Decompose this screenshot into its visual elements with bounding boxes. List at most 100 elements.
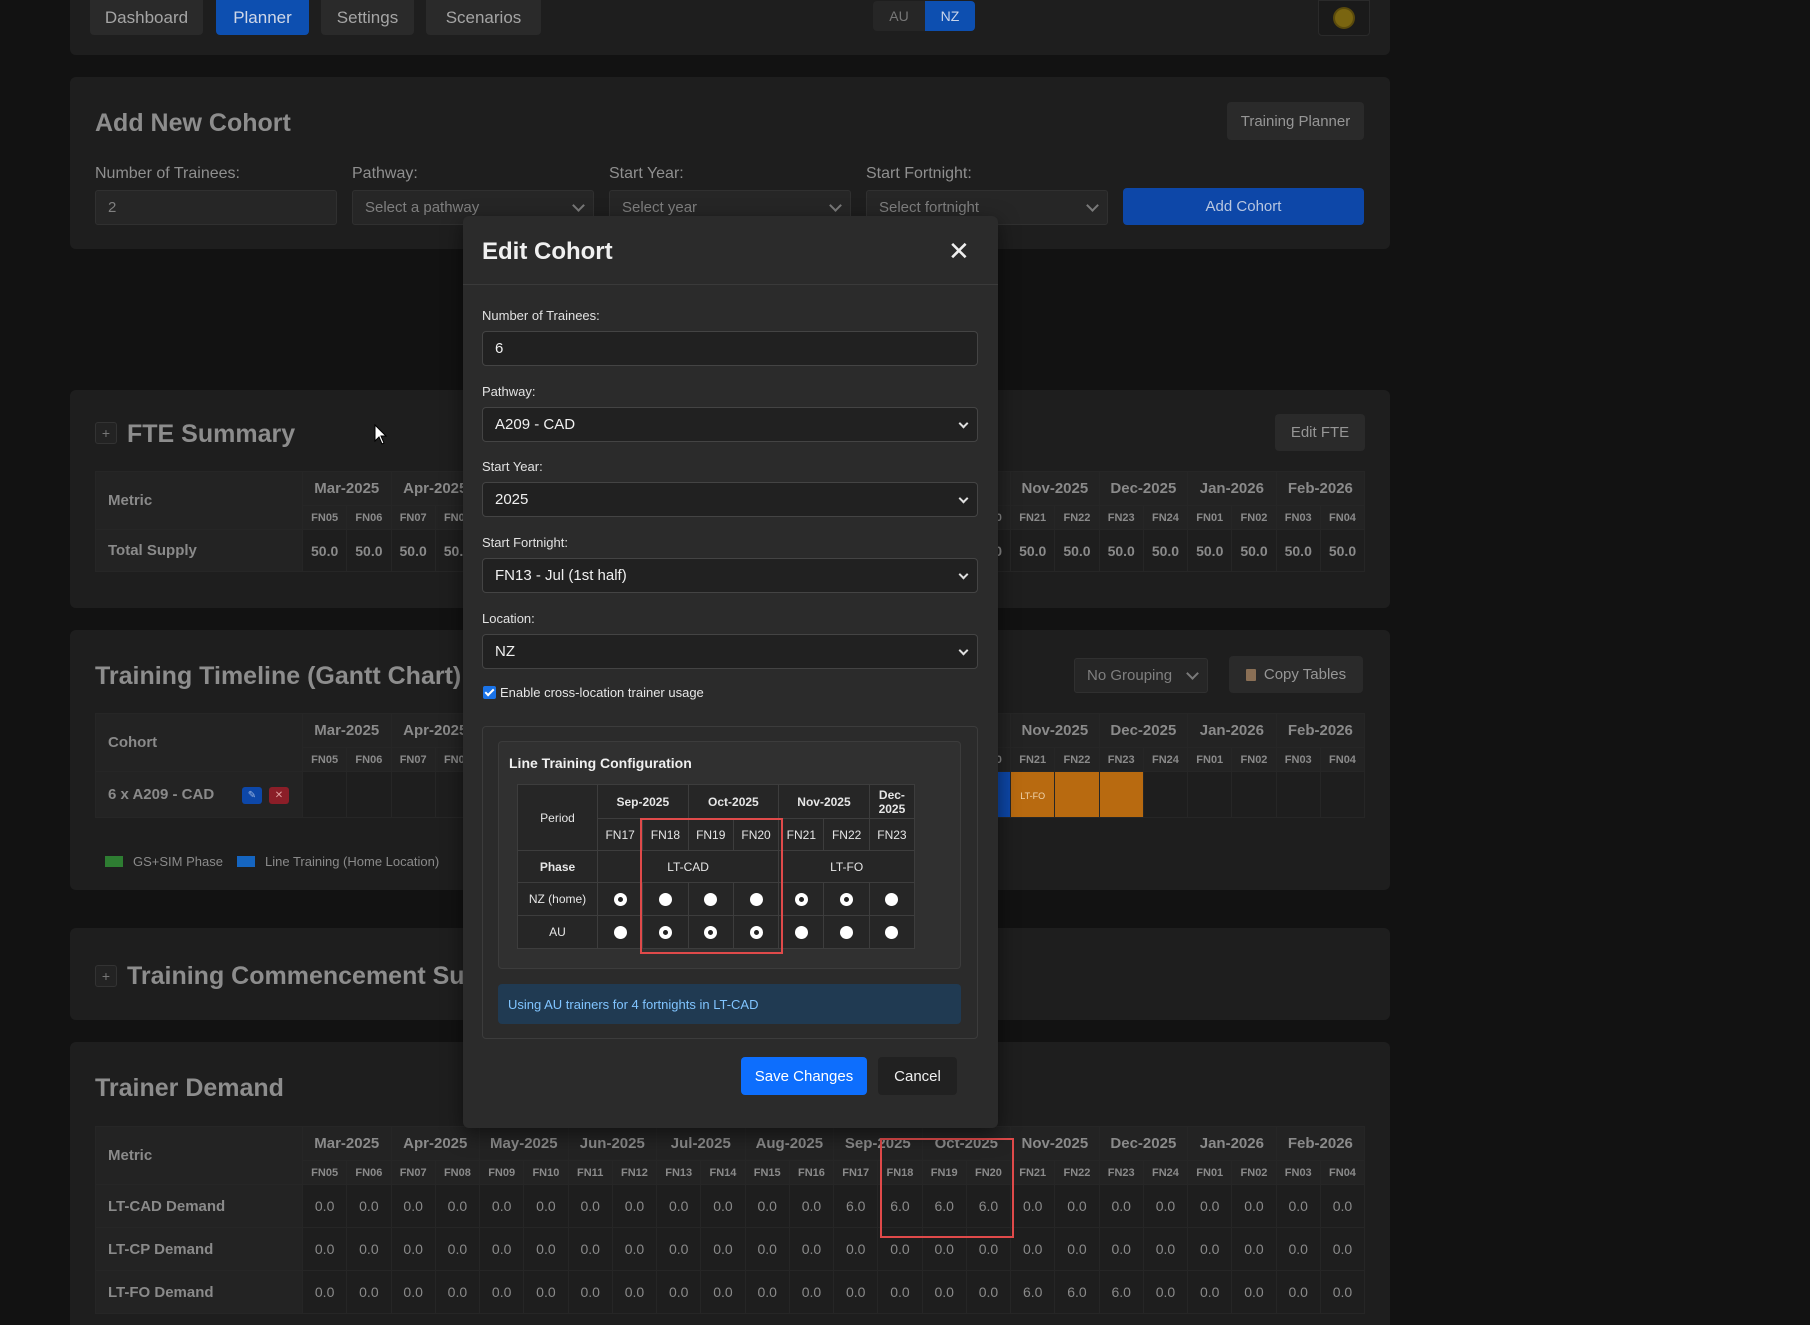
trainer-location-radio[interactable]	[613, 893, 627, 907]
trainer-location-radio[interactable]	[885, 893, 899, 907]
trainer-location-radio[interactable]	[794, 893, 808, 907]
table-cell: 0.0	[1319, 1270, 1366, 1314]
table-cell: 50.0	[1275, 529, 1321, 572]
location-nz-button[interactable]: NZ	[925, 1, 975, 31]
table-cell: 0.0	[523, 1184, 569, 1228]
cancel-button[interactable]: Cancel	[878, 1057, 957, 1095]
month-header: Feb-2026	[1275, 713, 1366, 748]
fortnight-header: FN03	[1275, 505, 1321, 530]
gantt-cell	[1275, 771, 1321, 818]
table-cell: 0.0	[1187, 1270, 1233, 1314]
close-icon[interactable]: ✕	[948, 236, 970, 267]
sun-icon	[1335, 9, 1353, 27]
tab-scenarios[interactable]: Scenarios	[426, 0, 541, 35]
fortnight-header: FN05	[301, 747, 348, 772]
table-cell: 0.0	[744, 1227, 790, 1271]
expand-toggle[interactable]: +	[95, 965, 117, 987]
month-header: Dec-2025	[868, 784, 916, 819]
legend-swatch	[237, 856, 255, 867]
table-cell: 0.0	[346, 1184, 392, 1228]
trainees-input[interactable]: 2	[95, 190, 337, 225]
add-cohort-button[interactable]: Add Cohort	[1123, 188, 1364, 225]
table-cell: 0.0	[1142, 1227, 1189, 1271]
metric-header: Metric	[95, 1126, 303, 1185]
table-cell: 0.0	[1010, 1184, 1056, 1228]
modal-trainees-input[interactable]: 6	[482, 331, 978, 366]
fortnight-header: FN07	[390, 1160, 436, 1185]
trainer-location-radio[interactable]	[840, 926, 854, 940]
fortnight-header: FN05	[301, 1160, 348, 1185]
delete-cohort-button[interactable]: ✕	[269, 787, 289, 804]
expand-toggle[interactable]: +	[95, 422, 117, 444]
start-fortnight-label: Start Fortnight:	[866, 165, 972, 182]
fortnight-header: FN23	[868, 818, 916, 851]
table-cell: 6.0	[833, 1184, 879, 1228]
table-cell: 0.0	[390, 1227, 436, 1271]
fortnight-header: FN21	[1010, 505, 1056, 530]
trainer-demand-table: Metric Mar-2025 Apr-2025 May-2025 Jun-20…	[95, 1126, 1366, 1314]
trainer-location-radio[interactable]	[794, 926, 808, 940]
tab-settings[interactable]: Settings	[321, 0, 414, 35]
table-cell: 0.0	[1275, 1184, 1321, 1228]
table-cell: 0.0	[1054, 1184, 1100, 1228]
fortnight-header: FN04	[1319, 505, 1366, 530]
legend-label: Line Training (Home Location)	[265, 854, 440, 869]
modal-start-fortnight-select[interactable]: FN13 - Jul (1st half)	[482, 558, 978, 593]
trainer-location-cell	[868, 915, 916, 949]
table-cell: 0.0	[523, 1270, 569, 1314]
fortnight-header: FN07	[390, 505, 436, 530]
modal-start-year-select[interactable]: 2025	[482, 482, 978, 517]
table-cell: 0.0	[1275, 1227, 1321, 1271]
tab-dashboard[interactable]: Dashboard	[90, 0, 203, 35]
gantt-cell	[346, 771, 392, 818]
fortnight-header: FN09	[479, 1160, 525, 1185]
trainer-location-radio[interactable]	[840, 893, 854, 907]
cross-location-checkbox[interactable]	[483, 686, 496, 699]
table-cell: 0.0	[833, 1227, 879, 1271]
modal-pathway-select[interactable]: A209 - CAD	[482, 407, 978, 442]
table-cell: 0.0	[301, 1270, 348, 1314]
table-cell: 0.0	[390, 1270, 436, 1314]
table-cell: 0.0	[1142, 1184, 1189, 1228]
edit-fte-button[interactable]: Edit FTE	[1275, 414, 1365, 451]
trainer-location-cell	[778, 882, 825, 916]
row-label: LT-CP Demand	[95, 1227, 303, 1271]
edit-cohort-button[interactable]: ✎	[242, 787, 262, 804]
table-cell: 0.0	[1275, 1270, 1321, 1314]
chevron-down-icon	[1086, 199, 1099, 212]
save-changes-button[interactable]: Save Changes	[741, 1057, 867, 1095]
month-header: Aug-2025	[744, 1126, 835, 1161]
table-cell: 6.0	[1010, 1270, 1056, 1314]
modal-trainees-label: Number of Trainees:	[482, 308, 600, 323]
fte-summary-title: FTE Summary	[127, 420, 296, 448]
trainer-location-radio[interactable]	[885, 926, 899, 940]
theme-toggle-button[interactable]	[1318, 0, 1370, 36]
trainer-location-radio[interactable]	[613, 926, 627, 940]
gantt-cell	[1319, 771, 1366, 818]
modal-location-select[interactable]: NZ	[482, 634, 978, 669]
table-cell: 0.0	[1231, 1227, 1277, 1271]
training-planner-button[interactable]: Training Planner	[1227, 102, 1364, 140]
cohort-header: Cohort	[95, 713, 303, 772]
fortnight-header: FN12	[611, 1160, 658, 1185]
table-cell: 0.0	[479, 1227, 525, 1271]
location-au-button[interactable]: AU	[873, 1, 925, 31]
month-header: Jan-2026	[1187, 1126, 1277, 1161]
gantt-cell	[1231, 771, 1277, 818]
fortnight-header: FN22	[1054, 1160, 1100, 1185]
start-year-select-value: Select year	[622, 199, 698, 216]
trainer-location-cell	[823, 915, 870, 949]
ltc-month-row: Period Sep-2025 Oct-2025 Nov-2025 Dec-20…	[517, 784, 916, 851]
table-cell: 0.0	[1054, 1227, 1100, 1271]
fortnight-header: FN07	[390, 747, 436, 772]
table-cell: 0.0	[700, 1227, 746, 1271]
table-cell: 50.0	[1142, 529, 1189, 572]
grouping-select[interactable]: No Grouping	[1074, 658, 1208, 693]
fortnight-header: FN22	[1054, 505, 1100, 530]
tab-planner[interactable]: Planner	[216, 0, 309, 35]
table-cell: 0.0	[434, 1184, 481, 1228]
fortnight-header: FN15	[744, 1160, 790, 1185]
pathway-select-value: Select a pathway	[365, 199, 480, 216]
table-cell: 0.0	[611, 1184, 658, 1228]
copy-tables-button[interactable]: Copy Tables	[1229, 656, 1363, 693]
